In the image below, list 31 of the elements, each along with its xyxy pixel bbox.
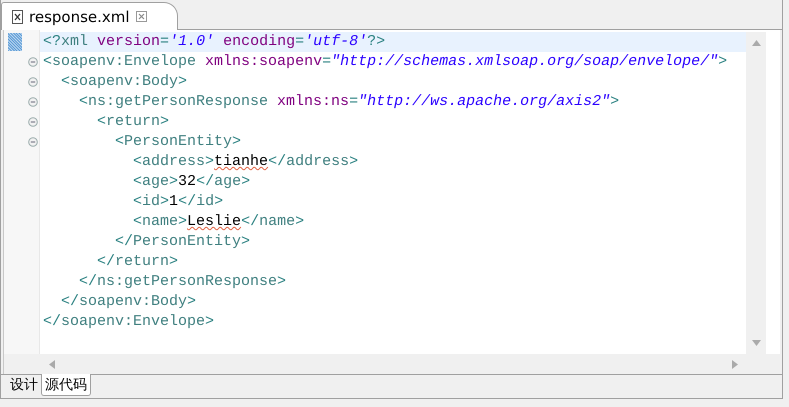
code-line: <PersonEntity>: [115, 133, 242, 150]
code-line: </PersonEntity>: [115, 233, 250, 250]
code-line: <ns:getPersonResponse xmlns:ns="http://ws.apache.org/axis2">: [79, 93, 620, 110]
code-line: <address>tianhe</address>: [133, 153, 358, 170]
collapse-icon[interactable]: [28, 117, 38, 127]
scroll-right-icon[interactable]: [732, 360, 738, 368]
code-line: <return>: [97, 113, 170, 130]
code-line: <id>1</id>: [133, 193, 224, 210]
vertical-scrollbar[interactable]: [746, 32, 766, 354]
editor-tab[interactable]: response.xml: [1, 2, 178, 30]
collapse-icon[interactable]: [28, 77, 38, 87]
scroll-down-icon[interactable]: [752, 340, 760, 346]
code-line: <?xml version='1.0' encoding='utf-8'?>: [43, 33, 386, 50]
collapse-icon[interactable]: [28, 97, 38, 107]
view-tab[interactable]: 设计: [7, 374, 41, 396]
close-icon[interactable]: [136, 11, 147, 22]
code-line: <soapenv:Envelope xmlns:soapenv="http://schemas.xmlsoap.org/soap/envelope/">: [43, 53, 728, 70]
code-line: <name>Leslie</name>: [133, 213, 304, 230]
code-line: </ns:getPersonResponse>: [79, 273, 286, 290]
collapse-icon[interactable]: [28, 57, 38, 67]
code-line: <soapenv:Body>: [61, 73, 188, 90]
tab-title: response.xml: [29, 8, 130, 26]
scroll-left-icon[interactable]: [49, 360, 55, 368]
scroll-up-icon[interactable]: [752, 40, 760, 46]
code-line: </return>: [97, 253, 178, 270]
code-line: </soapenv:Body>: [61, 293, 196, 310]
code-line: <age>32</age>: [133, 173, 250, 190]
view-tab[interactable]: 源代码: [41, 374, 91, 396]
collapse-icon[interactable]: [28, 137, 38, 147]
code-line: </soapenv:Envelope>: [43, 313, 214, 330]
xml-file-icon: [12, 10, 23, 24]
